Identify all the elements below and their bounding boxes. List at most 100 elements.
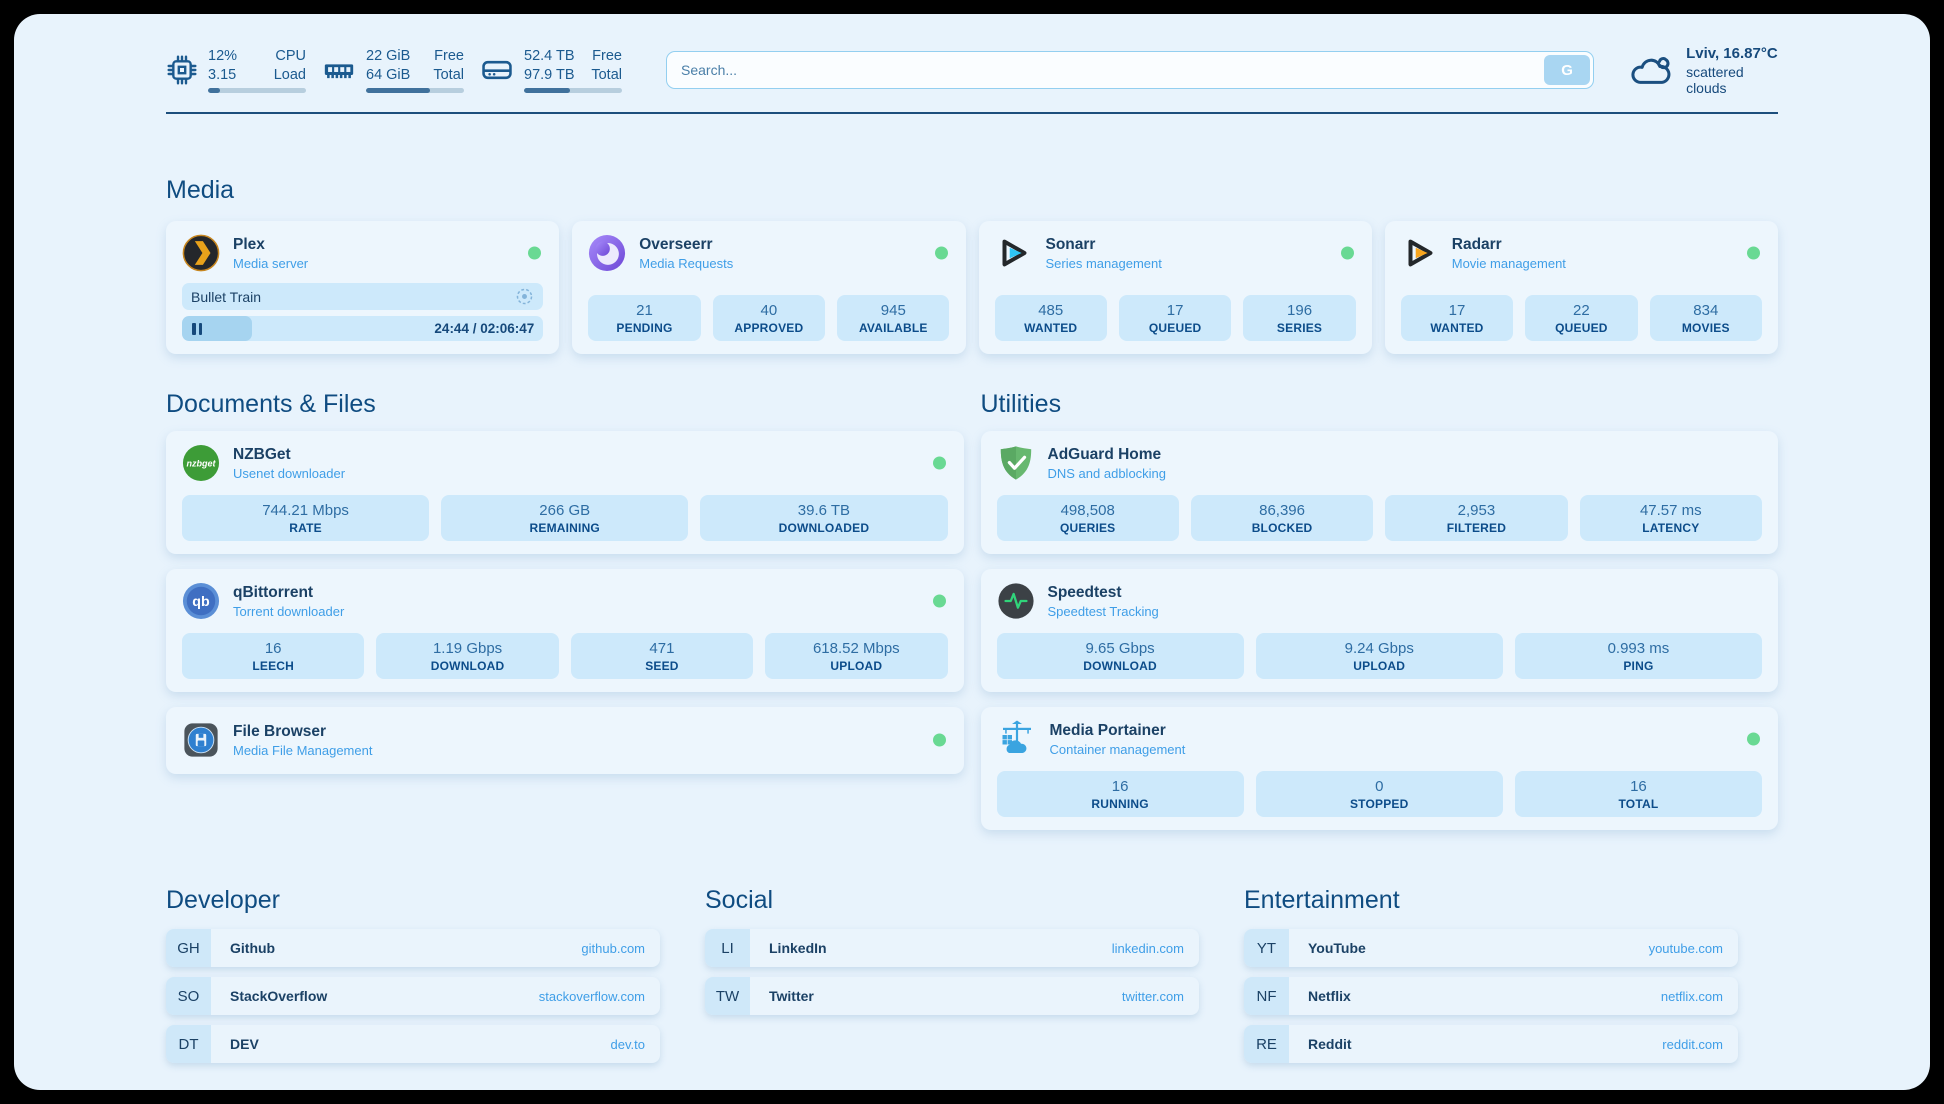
now-playing-bar: Bullet Train — [182, 283, 543, 310]
app-name: Media Portainer — [1050, 722, 1186, 740]
nzbget-icon: nzbget — [182, 444, 220, 482]
speedtest-card[interactable]: Speedtest Speedtest Tracking 9.65 Gbps D… — [981, 569, 1779, 692]
bookmark-name: DEV — [230, 1036, 259, 1052]
section-title-developer: Developer — [166, 886, 660, 915]
session-icon[interactable] — [515, 287, 534, 306]
stats-row: 498,508 QUERIES 86,396 BLOCKED 2,953 FIL… — [997, 483, 1763, 541]
app-subtitle: Torrent downloader — [233, 604, 344, 619]
qbittorrent-card[interactable]: qb qBittorrent Torrent downloader 16 LEE… — [166, 569, 964, 692]
bookmark-url: github.com — [581, 941, 645, 956]
stat-tile: 9.24 Gbps UPLOAD — [1256, 633, 1503, 679]
bookmark-linkedin[interactable]: LI LinkedIn linkedin.com — [705, 929, 1199, 967]
stat-tile: 22 QUEUED — [1525, 295, 1637, 341]
app-subtitle: DNS and adblocking — [1048, 466, 1167, 481]
stat-value: 1.19 Gbps — [433, 640, 502, 657]
stat-tile: 17 WANTED — [1401, 295, 1513, 341]
app-subtitle: Usenet downloader — [233, 466, 345, 481]
stat-label: SERIES — [1277, 321, 1322, 335]
app-name: Plex — [233, 236, 308, 254]
overseerr-icon — [588, 234, 626, 272]
plex-icon — [182, 234, 220, 272]
bookmark-dev[interactable]: DT DEV dev.to — [166, 1025, 660, 1063]
header-divider — [166, 112, 1778, 114]
stat-value: 9.24 Gbps — [1345, 640, 1414, 657]
overseerr-card[interactable]: Overseerr Media Requests 21 PENDING 40 A… — [572, 221, 965, 354]
app-name: Radarr — [1452, 236, 1566, 254]
disk-widget: 52.4 TB 97.9 TB Free Total — [480, 47, 622, 94]
stat-tile: 1.19 Gbps DOWNLOAD — [376, 633, 558, 679]
stat-label: DOWNLOAD — [431, 659, 505, 673]
cpu-usage-value: 12% — [208, 47, 237, 66]
radarr-card[interactable]: Radarr Movie management 17 WANTED 22 QUE… — [1385, 221, 1778, 354]
portainer-card[interactable]: Media Portainer Container management 16 … — [981, 707, 1779, 830]
stats-row: 17 WANTED 22 QUEUED 834 MOVIES — [1401, 283, 1762, 341]
card-header: Speedtest Speedtest Tracking — [997, 581, 1763, 621]
stat-label: DOWNLOADED — [779, 521, 870, 535]
section-title-entertainment: Entertainment — [1244, 886, 1738, 915]
bookmark-github[interactable]: GH Github github.com — [166, 929, 660, 967]
stat-label: RUNNING — [1091, 797, 1148, 811]
stat-tile: 17 QUEUED — [1119, 295, 1231, 341]
bookmark-twitter[interactable]: TW Twitter twitter.com — [705, 977, 1199, 1015]
stat-tile: 16 TOTAL — [1515, 771, 1762, 817]
stat-label: TOTAL — [1618, 797, 1658, 811]
memory-total-label: Total — [433, 66, 464, 85]
search-input[interactable] — [666, 51, 1594, 89]
memory-free-value: 22 GiB — [366, 47, 410, 66]
stat-label: BLOCKED — [1252, 521, 1313, 535]
card-header: Media Portainer Container management — [997, 719, 1763, 759]
plex-card[interactable]: Plex Media server Bullet Train — [166, 221, 559, 354]
stat-value: 2,953 — [1458, 502, 1496, 519]
disk-free-label: Free — [591, 47, 622, 66]
nzbget-card[interactable]: nzbget NZBGet Usenet downloader 744.21 M… — [166, 431, 964, 554]
stat-tile: 618.52 Mbps UPLOAD — [765, 633, 947, 679]
stat-label: UPLOAD — [1353, 659, 1405, 673]
bookmark-stackoverflow[interactable]: SO StackOverflow stackoverflow.com — [166, 977, 660, 1015]
stat-value: 16 — [1630, 778, 1647, 795]
stat-label: QUERIES — [1060, 521, 1115, 535]
now-playing-title: Bullet Train — [191, 289, 261, 305]
stat-value: 9.65 Gbps — [1085, 640, 1154, 657]
stat-value: 16 — [265, 640, 282, 657]
bookmark-name: LinkedIn — [769, 940, 827, 956]
bookmark-youtube[interactable]: YT YouTube youtube.com — [1244, 929, 1738, 967]
bookmark-url: dev.to — [611, 1037, 645, 1052]
stat-tile: 471 SEED — [571, 633, 753, 679]
bookmark-netflix[interactable]: NF Netflix netflix.com — [1244, 977, 1738, 1015]
playback-progress: 24:44 / 02:06:47 — [182, 316, 543, 341]
stats-row: 16 LEECH 1.19 Gbps DOWNLOAD 471 SEED 6 — [182, 621, 948, 679]
sonarr-card[interactable]: Sonarr Series management 485 WANTED 17 Q… — [979, 221, 1372, 354]
bookmark-reddit[interactable]: RE Reddit reddit.com — [1244, 1025, 1738, 1063]
card-header: File Browser Media File Management — [182, 719, 948, 761]
radarr-icon — [1401, 234, 1439, 272]
playback-time: 24:44 / 02:06:47 — [434, 321, 534, 336]
stat-label: WANTED — [1430, 321, 1483, 335]
cloud-icon — [1628, 50, 1674, 90]
stat-tile: 39.6 TB DOWNLOADED — [700, 495, 947, 541]
stat-label: QUEUED — [1555, 321, 1608, 335]
stat-tile: 47.57 ms LATENCY — [1580, 495, 1762, 541]
status-dot — [1341, 247, 1354, 260]
bookmark-abbr: SO — [166, 977, 211, 1015]
pause-icon — [192, 323, 202, 335]
stats-row: 744.21 Mbps RATE 266 GB REMAINING 39.6 T… — [182, 483, 948, 541]
app-name: NZBGet — [233, 446, 345, 464]
sonarr-icon — [995, 234, 1033, 272]
adguard-card[interactable]: AdGuard Home DNS and adblocking 498,508 … — [981, 431, 1779, 554]
bookmark-abbr: TW — [705, 977, 750, 1015]
disk-free-value: 52.4 TB — [524, 47, 575, 66]
app-name: Sonarr — [1046, 236, 1162, 254]
app-name: Speedtest — [1048, 584, 1159, 602]
stat-value: 618.52 Mbps — [813, 640, 900, 657]
stat-value: 39.6 TB — [798, 502, 850, 519]
status-dot — [933, 734, 946, 747]
stat-value: 17 — [1167, 302, 1184, 319]
search-bar: G — [666, 51, 1594, 89]
search-engine-button[interactable]: G — [1544, 55, 1590, 85]
stat-value: 47.57 ms — [1640, 502, 1702, 519]
bookmark-url: netflix.com — [1661, 989, 1723, 1004]
filebrowser-card[interactable]: File Browser Media File Management — [166, 707, 964, 774]
stat-label: SEED — [645, 659, 678, 673]
stat-tile: 0.993 ms PING — [1515, 633, 1762, 679]
weather-condition: scattered clouds — [1686, 64, 1778, 96]
